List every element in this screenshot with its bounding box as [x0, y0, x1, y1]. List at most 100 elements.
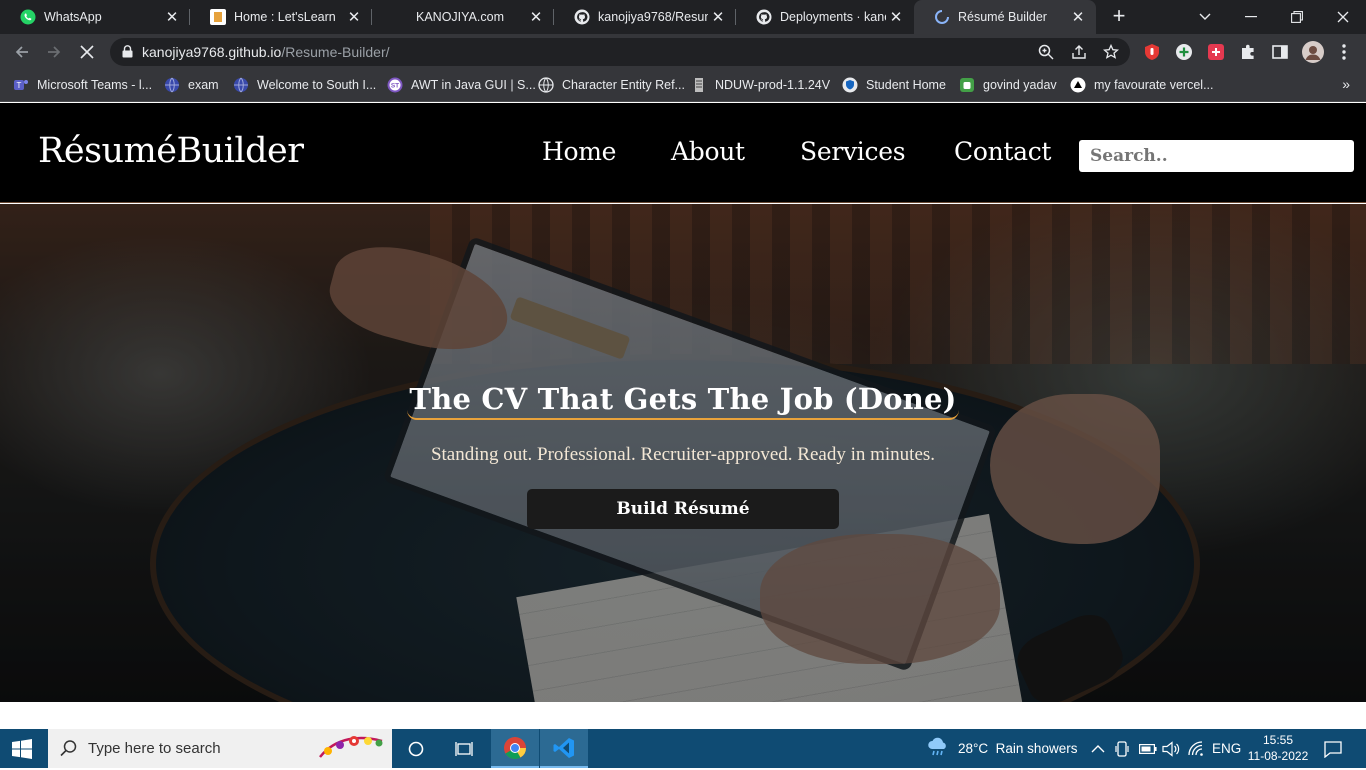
tab-title: Deployments · kanojiy: [780, 10, 886, 24]
lock-icon[interactable]: [122, 45, 133, 63]
bookmark-label: Student Home: [866, 78, 946, 92]
windows-start-icon[interactable]: [12, 739, 32, 764]
tab-close-icon[interactable]: ✕: [344, 8, 364, 26]
nav-link-home[interactable]: Home: [542, 137, 616, 166]
restore-icon[interactable]: [1274, 0, 1320, 34]
task-view-icon[interactable]: [440, 729, 488, 768]
zoom-icon[interactable]: [1038, 44, 1054, 60]
tab-whatsapp[interactable]: WhatsApp ✕: [0, 0, 190, 34]
url-text: kanojiya9768.github.io/Resume-Builder/: [142, 44, 390, 60]
bookmark-vercel[interactable]: my favourate vercel...: [1070, 70, 1214, 100]
bookmark-star-icon[interactable]: [1103, 44, 1119, 60]
red-extension-icon[interactable]: [1206, 42, 1226, 62]
tab-github-deployments[interactable]: Deployments · kanojiy ✕: [736, 0, 914, 34]
bookmark-awt[interactable]: ST AWT in Java GUI | S...: [387, 70, 536, 100]
stop-loading-icon[interactable]: [74, 39, 100, 65]
url-host: kanojiya9768.github.io: [142, 44, 282, 60]
hero-title: The CV That Gets The Job (Done): [0, 382, 1366, 420]
show-hidden-icons-icon[interactable]: [1091, 729, 1105, 768]
weather-text: 28°C Rain showers: [958, 741, 1078, 756]
minimize-icon[interactable]: [1228, 0, 1274, 34]
phone-link-icon[interactable]: [1114, 729, 1130, 768]
profile-avatar[interactable]: [1301, 40, 1325, 64]
chrome-menu-icon[interactable]: [1334, 42, 1354, 62]
tab-close-icon[interactable]: ✕: [162, 8, 182, 26]
taskbar-search-placeholder: Type here to search: [88, 740, 221, 757]
tab-close-icon[interactable]: ✕: [526, 8, 546, 26]
tab-close-icon[interactable]: ✕: [1068, 8, 1088, 26]
nav-link-services[interactable]: Services: [800, 137, 906, 166]
hero-section: The CV That Gets The Job (Done) Standing…: [0, 204, 1366, 702]
site-search-input[interactable]: [1079, 140, 1354, 172]
bookmarks-overflow-icon[interactable]: »: [1342, 76, 1350, 92]
letslearn-icon: [210, 9, 226, 25]
nav-link-contact[interactable]: Contact: [954, 137, 1051, 166]
chrome-taskbar-icon[interactable]: [491, 729, 539, 768]
ublock-extension-icon[interactable]: [1142, 42, 1162, 62]
bookmark-label: my favourate vercel...: [1094, 78, 1214, 92]
tab-github-resume[interactable]: kanojiya9768/Resume ✕: [554, 0, 736, 34]
tab-title: kanojiya9768/Resume: [598, 10, 708, 24]
new-tab-button[interactable]: +: [1106, 5, 1132, 29]
bookmark-teams[interactable]: T Microsoft Teams - l...: [13, 70, 152, 100]
bookmark-label: AWT in Java GUI | S...: [411, 78, 536, 92]
vscode-taskbar-icon[interactable]: [540, 729, 588, 768]
tab-search-icon[interactable]: [1182, 0, 1228, 34]
tab-kanojiya[interactable]: KANOJIYA.com ✕: [372, 0, 554, 34]
forward-arrow-icon[interactable]: [41, 39, 67, 65]
shield-icon: [842, 77, 858, 93]
whatsapp-icon: [20, 9, 36, 25]
tab-close-icon[interactable]: ✕: [708, 8, 728, 26]
globe-icon: [538, 77, 554, 93]
volume-icon[interactable]: [1162, 729, 1180, 768]
language-indicator[interactable]: ENG: [1212, 729, 1241, 768]
bookmark-label: govind yadav: [983, 78, 1057, 92]
bookmark-govind[interactable]: govind yadav: [959, 70, 1057, 100]
bookmark-char-entity[interactable]: Character Entity Ref...: [538, 70, 685, 100]
nav-link-about[interactable]: About: [671, 137, 745, 166]
back-arrow-icon[interactable]: [9, 39, 35, 65]
st-icon: ST: [387, 77, 403, 93]
browser-tab-strip: WhatsApp ✕ Home : Let'sLearn ✕ KANOJIYA.…: [0, 0, 1366, 34]
notification-center-icon[interactable]: [1324, 729, 1342, 768]
hero-subtitle: Standing out. Professional. Recruiter-ap…: [430, 444, 936, 465]
tab-resume-builder[interactable]: Résumé Builder ✕: [914, 0, 1096, 34]
vercel-icon: [1070, 77, 1086, 93]
github-icon: [756, 9, 772, 25]
tab-close-icon[interactable]: ✕: [886, 8, 906, 26]
bookmark-label: Microsoft Teams - l...: [37, 78, 153, 92]
battery-icon[interactable]: [1139, 729, 1157, 768]
ndu-icon: [691, 77, 707, 93]
window-close-icon[interactable]: [1320, 0, 1366, 34]
cortana-icon[interactable]: [392, 729, 440, 768]
bookmark-label: NDUW-prod-1.1.24V: [715, 78, 831, 92]
bookmark-label: exam: [188, 78, 219, 92]
tab-letslearn[interactable]: Home : Let'sLearn ✕: [190, 0, 372, 34]
web-page: RésuméBuilder Home About Services Contac…: [0, 103, 1366, 729]
bookmark-exam[interactable]: exam: [164, 70, 219, 100]
loading-spinner-icon: [934, 9, 950, 25]
tab-title: KANOJIYA.com: [416, 10, 504, 24]
build-resume-button[interactable]: Build Résumé: [527, 489, 839, 529]
taskbar-search-box[interactable]: Type here to search: [48, 729, 392, 768]
wifi-icon[interactable]: [1188, 729, 1205, 768]
taskbar-clock[interactable]: 15:55 11-08-2022: [1246, 732, 1310, 764]
site-logo[interactable]: RésuméBuilder: [38, 131, 304, 171]
url-path: /Resume-Builder/: [281, 44, 390, 60]
svg-text:ST: ST: [391, 83, 399, 90]
bookmark-nduw[interactable]: NDUW-prod-1.1.24V: [691, 70, 830, 100]
side-panel-icon[interactable]: [1270, 42, 1290, 62]
bookmark-south[interactable]: Welcome to South I...: [233, 70, 376, 100]
browser-toolbar: kanojiya9768.github.io/Resume-Builder/: [0, 34, 1366, 70]
plus-extension-icon[interactable]: [1174, 42, 1194, 62]
teams-icon: T: [13, 77, 29, 93]
bookmark-student-home[interactable]: Student Home: [842, 70, 946, 100]
tab-title: WhatsApp: [44, 10, 102, 24]
bookmark-label: Character Entity Ref...: [562, 78, 685, 92]
weather-widget[interactable]: 28°C Rain showers: [926, 729, 1077, 768]
globe-icon: [233, 77, 249, 93]
extensions-puzzle-icon[interactable]: [1238, 42, 1258, 62]
android-icon: [959, 77, 975, 93]
share-icon[interactable]: [1071, 44, 1087, 60]
address-bar[interactable]: kanojiya9768.github.io/Resume-Builder/: [110, 38, 1130, 66]
